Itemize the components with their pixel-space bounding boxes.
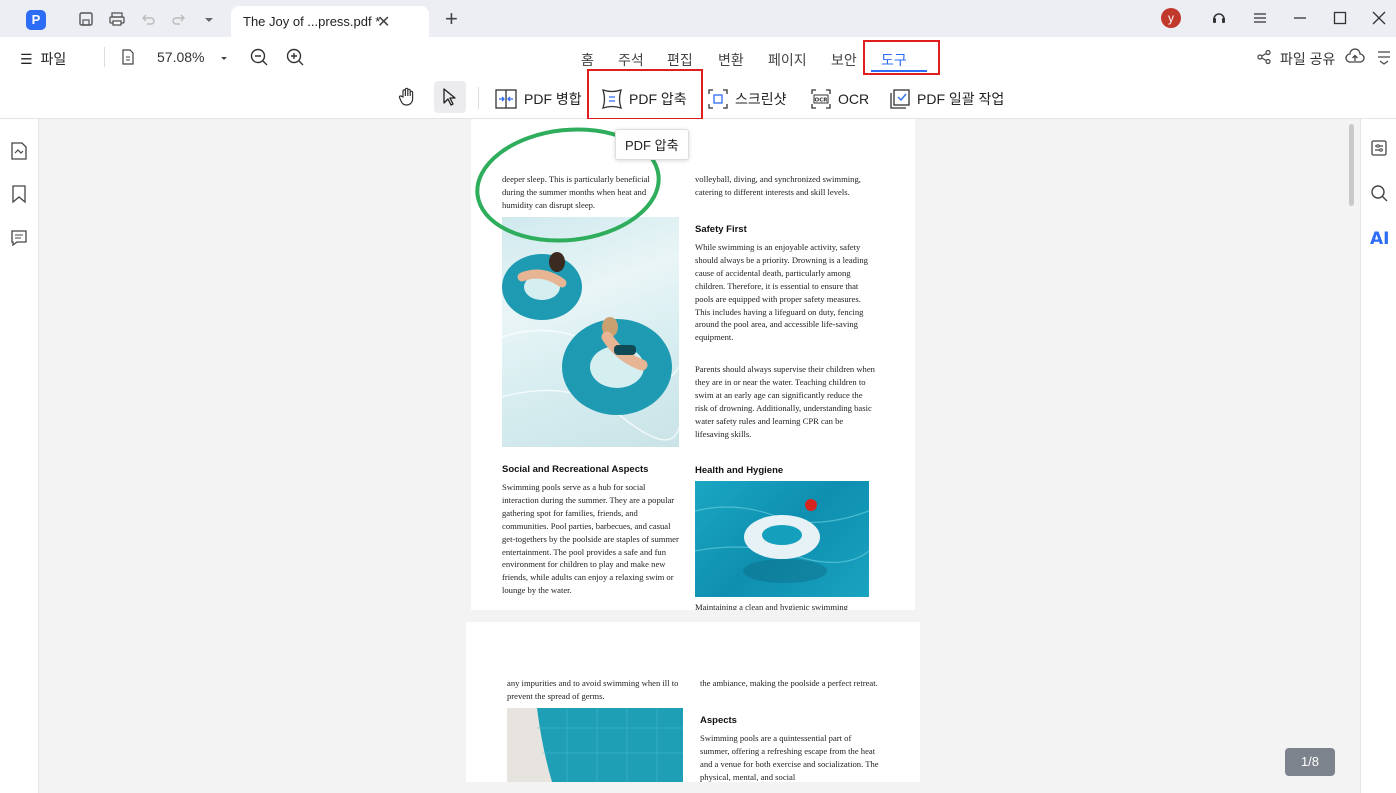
aspects-heading: Aspects bbox=[700, 715, 737, 726]
batch-icon bbox=[890, 89, 910, 109]
zoom-in-icon[interactable] bbox=[285, 47, 305, 67]
compress-tool-highlight-box bbox=[587, 69, 703, 120]
batch-process-tool[interactable]: PDF 일괄 작업 bbox=[889, 86, 1004, 112]
file-menu-label: 파일 bbox=[40, 51, 67, 67]
tab-page[interactable]: 페이지 bbox=[768, 50, 807, 70]
svg-text:AI: AI bbox=[1370, 229, 1389, 247]
document-tab-title: The Joy of ...press.pdf * bbox=[243, 14, 381, 29]
tools-ribbon: PDF 병합 PDF 압축 스크린샷 OCR OCR PDF 일괄 작업 bbox=[0, 69, 1396, 120]
page2-right-text: the ambiance, making the poolside a perf… bbox=[700, 678, 878, 688]
divider bbox=[104, 47, 105, 67]
hand-tool-icon[interactable] bbox=[396, 86, 418, 108]
pool-ring-illustration bbox=[695, 499, 869, 583]
title-bar: P The Joy of ...press.pdf * ✕ + y bbox=[0, 0, 1396, 37]
maximize-icon[interactable] bbox=[1331, 9, 1349, 27]
pdf-page-1: deeper sleep. This is particularly benef… bbox=[471, 119, 915, 610]
tab-edit[interactable]: 편집 bbox=[667, 50, 693, 70]
pool-edge-photo bbox=[507, 708, 683, 782]
share-file-label[interactable]: 파일 공유 bbox=[1280, 49, 1335, 69]
redo-icon[interactable] bbox=[170, 10, 188, 28]
hamburger-icon: ☰ bbox=[20, 51, 33, 67]
menu-icon[interactable] bbox=[1251, 9, 1269, 27]
new-tab-icon[interactable]: + bbox=[445, 6, 458, 32]
quick-access-dropdown-icon[interactable] bbox=[200, 10, 218, 28]
zoom-dropdown-icon[interactable] bbox=[218, 52, 230, 64]
pdf-page-2: any impurities and to avoid swimming whe… bbox=[466, 622, 920, 782]
tab-security[interactable]: 보안 bbox=[831, 50, 857, 70]
tools-tab-highlight-box bbox=[863, 40, 940, 75]
tab-home[interactable]: 홈 bbox=[581, 50, 594, 70]
zoom-value[interactable]: 57.08% bbox=[157, 49, 204, 65]
screenshot-label: 스크린샷 bbox=[735, 91, 787, 107]
share-icon[interactable] bbox=[1256, 49, 1272, 65]
svg-text:OCR: OCR bbox=[815, 98, 829, 104]
vertical-scrollbar[interactable] bbox=[1349, 124, 1354, 206]
social-heading: Social and Recreational Aspects bbox=[502, 464, 649, 475]
app-logo-icon[interactable]: P bbox=[26, 10, 46, 30]
document-tab[interactable]: The Joy of ...press.pdf * ✕ bbox=[231, 6, 429, 37]
ocr-tool[interactable]: OCR OCR bbox=[810, 86, 869, 112]
ai-assistant-icon[interactable]: AI bbox=[1369, 227, 1391, 247]
right-sidebar: AI bbox=[1360, 119, 1396, 793]
pool-ring-photo bbox=[695, 481, 869, 597]
ocr-icon: OCR bbox=[811, 89, 831, 109]
pdf-merge-label: PDF 병합 bbox=[524, 91, 582, 107]
left-sidebar bbox=[0, 119, 39, 793]
health-heading: Health and Hygiene bbox=[695, 465, 784, 476]
cloud-upload-icon[interactable] bbox=[1345, 48, 1365, 66]
page2-left-text: any impurities and to avoid swimming whe… bbox=[507, 678, 679, 701]
select-tool-button[interactable] bbox=[434, 81, 466, 113]
pool-edge-illustration bbox=[537, 708, 683, 782]
merge-icon bbox=[495, 89, 517, 109]
file-menu-button[interactable]: ☰ 파일 bbox=[20, 49, 66, 69]
zoom-out-icon[interactable] bbox=[249, 47, 269, 67]
batch-process-label: PDF 일괄 작업 bbox=[917, 91, 1005, 107]
close-tab-icon[interactable]: ✕ bbox=[377, 12, 390, 32]
save-icon[interactable] bbox=[77, 10, 95, 28]
compress-tooltip: PDF 압축 bbox=[615, 129, 689, 160]
comment-icon[interactable] bbox=[10, 229, 28, 247]
safety-paragraph-2: Parents should always supervise their ch… bbox=[695, 364, 875, 439]
screenshot-icon bbox=[708, 89, 728, 109]
collapse-toolbar-icon[interactable] bbox=[1376, 48, 1392, 66]
pdf-merge-tool[interactable]: PDF 병합 bbox=[494, 86, 582, 112]
annotation-circle[interactable] bbox=[471, 119, 915, 259]
aspects-paragraph: Swimming pools are a quintessential part… bbox=[700, 733, 879, 782]
health-paragraph: Maintaining a clean and hygienic swimmin… bbox=[695, 602, 848, 610]
page-indicator: 1/8 bbox=[1285, 748, 1335, 776]
screenshot-tool[interactable]: 스크린샷 bbox=[707, 86, 787, 112]
tab-annotate[interactable]: 주석 bbox=[618, 50, 644, 70]
properties-icon[interactable] bbox=[1370, 139, 1388, 157]
undo-icon[interactable] bbox=[139, 10, 157, 28]
ocr-label: OCR bbox=[838, 91, 870, 107]
divider bbox=[478, 87, 479, 109]
tab-convert[interactable]: 변환 bbox=[718, 50, 744, 70]
avatar[interactable]: y bbox=[1161, 8, 1181, 28]
headset-icon[interactable] bbox=[1210, 9, 1228, 27]
cursor-icon bbox=[443, 88, 456, 106]
close-window-icon[interactable] bbox=[1370, 9, 1388, 27]
social-paragraph: Swimming pools serve as a hub for social… bbox=[502, 482, 679, 596]
bookmark-icon[interactable] bbox=[10, 184, 28, 204]
thumbnails-icon[interactable] bbox=[10, 141, 28, 161]
minimize-icon[interactable] bbox=[1291, 9, 1309, 27]
search-icon[interactable] bbox=[1370, 184, 1389, 203]
page-fit-icon[interactable] bbox=[119, 48, 137, 66]
print-icon[interactable] bbox=[108, 10, 126, 28]
